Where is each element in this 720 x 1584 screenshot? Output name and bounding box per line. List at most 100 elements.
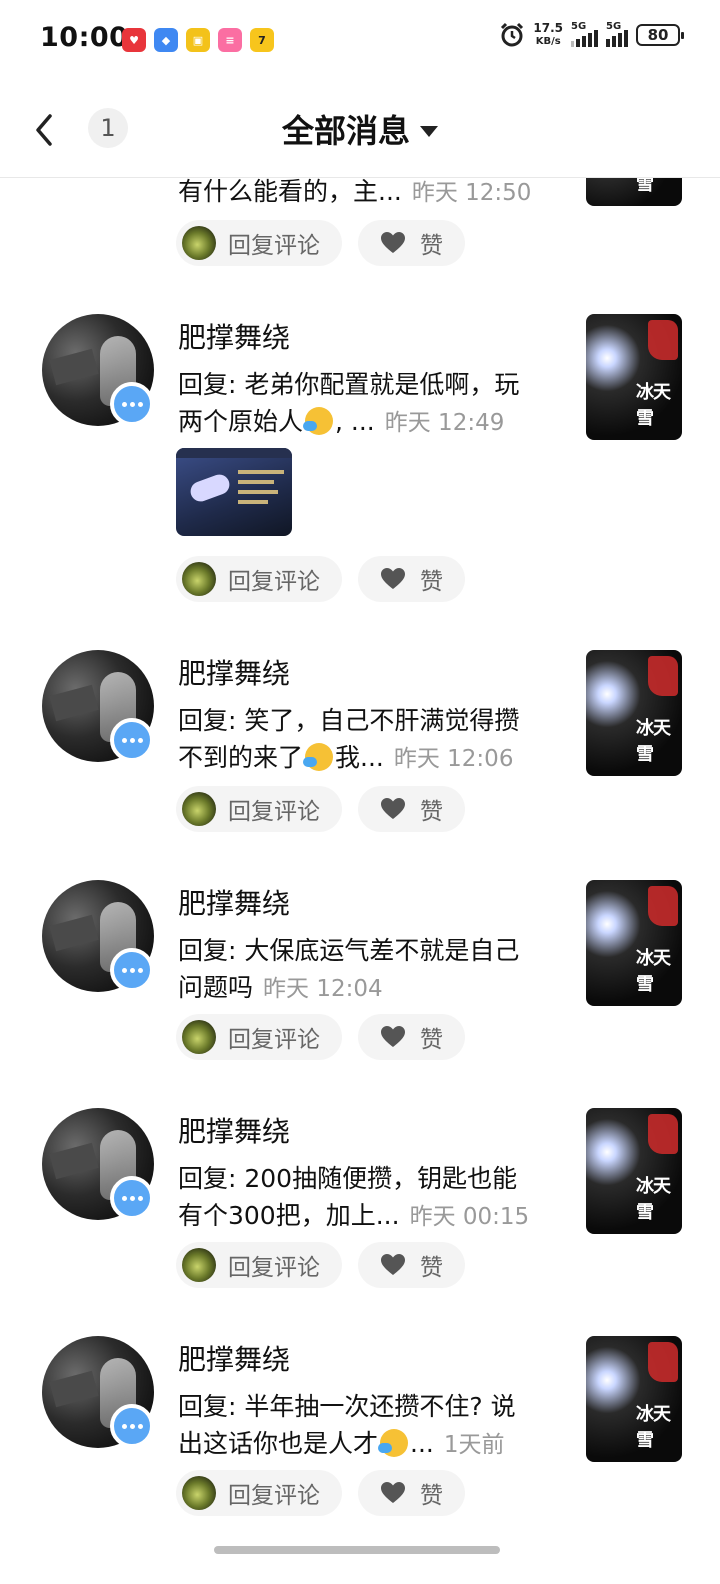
post-thumbnail[interactable]: 冰天雪: [586, 1336, 682, 1462]
action-row: 回复评论 赞: [176, 220, 465, 266]
comment-badge-icon: [110, 1404, 154, 1448]
app-yellow-icon: ▣: [186, 28, 210, 52]
reply-avatar: [182, 1248, 216, 1282]
heart-icon: [381, 568, 405, 589]
status-time: 10:00: [40, 22, 129, 53]
message-time: 昨天 12:50: [411, 180, 532, 206]
message-line-2: 问题吗: [178, 973, 254, 1002]
like-label: 赞: [420, 1027, 443, 1053]
reply-comment-button[interactable]: 回复评论: [176, 1014, 342, 1060]
like-button[interactable]: 赞: [358, 1470, 465, 1516]
user-name[interactable]: 肥撑舞绕: [178, 1338, 290, 1378]
laugh-cry-emoji-icon: [303, 743, 335, 771]
message-time: 昨天 00:15: [409, 1204, 530, 1230]
message-text[interactable]: 回复: 笑了，自己不肝满觉得攒 不到的来了 我... 昨天 12:06: [178, 702, 558, 778]
message-body: 有什么能看的，主...: [178, 178, 402, 206]
comment-badge-icon: [110, 1176, 154, 1220]
message-line-1: 回复: 大保底运气差不就是自己: [178, 936, 520, 965]
heart-icon: [381, 1482, 405, 1503]
heart-icon: [381, 798, 405, 819]
user-name[interactable]: 肥撑舞绕: [178, 652, 290, 692]
post-thumbnail[interactable]: 冰天雪: [586, 1108, 682, 1234]
like-label: 赞: [420, 569, 443, 595]
action-row: 回复评论 赞: [176, 1242, 465, 1288]
network-speed-unit: KB/s: [535, 36, 561, 47]
like-button[interactable]: 赞: [358, 556, 465, 602]
reply-comment-button[interactable]: 回复评论: [176, 556, 342, 602]
app-red-icon: ♥: [122, 28, 146, 52]
reply-avatar: [182, 562, 216, 596]
post-thumbnail[interactable]: 冰天雪: [586, 178, 682, 206]
message-line-1: 回复: 半年抽一次还攒不住? 说: [178, 1392, 516, 1421]
message-line-1: 回复: 笑了，自己不肝满觉得攒: [178, 706, 520, 735]
heart-icon: [381, 1026, 405, 1047]
laugh-cry-emoji-icon: [303, 407, 335, 435]
message-text[interactable]: 回复: 半年抽一次还攒不住? 说 出这话你也是人才... 1天前: [178, 1388, 558, 1464]
message-tail: ...: [410, 1429, 434, 1458]
comment-badge-icon: [110, 718, 154, 762]
reply-label: 回复评论: [228, 1027, 320, 1053]
message-text[interactable]: 有什么能看的，主... 昨天 12:50: [178, 178, 558, 212]
like-label: 赞: [420, 1483, 443, 1509]
user-name[interactable]: 肥撑舞绕: [178, 316, 290, 356]
like-button[interactable]: 赞: [358, 220, 465, 266]
message-tail: 我...: [335, 743, 384, 772]
post-thumbnail[interactable]: 冰天雪: [586, 650, 682, 776]
message-time: 昨天 12:49: [384, 410, 505, 436]
thumbnail-caption: 冰天雪: [636, 382, 671, 429]
action-row: 回复评论 赞: [176, 786, 465, 832]
reply-comment-button[interactable]: 回复评论: [176, 1242, 342, 1288]
reply-label: 回复评论: [228, 799, 320, 825]
message-line-2: 不到的来了: [178, 743, 304, 772]
like-label: 赞: [420, 799, 443, 825]
thumbnail-caption: 冰天雪: [636, 948, 671, 995]
reply-avatar: [182, 1476, 216, 1510]
message-filter-dropdown[interactable]: 全部消息: [0, 106, 720, 152]
message-text[interactable]: 回复: 老弟你配置就是低啊，玩 两个原始人 , ... 昨天 12:49: [178, 366, 558, 442]
top-navigation-bar: 1 全部消息: [0, 84, 720, 178]
message-line-1: 回复: 老弟你配置就是低啊，玩: [178, 370, 520, 399]
app-blue-icon: ◆: [154, 28, 178, 52]
signal-icon-2: 5G: [606, 21, 628, 47]
reply-comment-button[interactable]: 回复评论: [176, 1470, 342, 1516]
attached-image[interactable]: [176, 448, 292, 536]
message-text[interactable]: 回复: 大保底运气差不就是自己 问题吗 昨天 12:04: [178, 932, 558, 1008]
reply-label: 回复评论: [228, 1255, 320, 1281]
reply-avatar: [182, 792, 216, 826]
comment-badge-icon: [110, 948, 154, 992]
message-line-2: 有个300把，加上...: [178, 1201, 400, 1230]
reply-comment-button[interactable]: 回复评论: [176, 786, 342, 832]
message-line-2: 两个原始人: [178, 407, 304, 436]
signal-icon: 5G: [571, 21, 598, 47]
dropdown-caret-icon: [420, 125, 438, 137]
signal-type-1: 5G: [571, 21, 587, 32]
app-seven-icon: 7: [250, 28, 274, 52]
post-thumbnail[interactable]: 冰天雪: [586, 880, 682, 1006]
alarm-icon: [501, 22, 524, 47]
message-list[interactable]: 有什么能看的，主... 昨天 12:50 冰天雪 回复评论 赞 肥撑舞绕 回复: …: [0, 178, 720, 1584]
like-button[interactable]: 赞: [358, 1242, 465, 1288]
user-name[interactable]: 肥撑舞绕: [178, 882, 290, 922]
post-thumbnail[interactable]: 冰天雪: [586, 314, 682, 440]
heart-icon: [381, 1254, 405, 1275]
like-button[interactable]: 赞: [358, 1014, 465, 1060]
thumbnail-caption: 冰天雪: [636, 718, 671, 765]
user-name[interactable]: 肥撑舞绕: [178, 1110, 290, 1150]
message-time: 1天前: [443, 1432, 505, 1458]
reply-label: 回复评论: [228, 1483, 320, 1509]
comment-badge-icon: [110, 382, 154, 426]
page-title: 全部消息: [281, 112, 410, 150]
like-button[interactable]: 赞: [358, 786, 465, 832]
action-row: 回复评论 赞: [176, 1470, 465, 1516]
message-line-1: 回复: 200抽随便攒，钥匙也能: [178, 1164, 518, 1193]
status-bar: 10:00 ♥ ◆ ▣ ≡ 7 17.5 KB/s 5G 5G 80: [0, 0, 720, 84]
message-time: 昨天 12:04: [263, 976, 383, 1002]
home-indicator[interactable]: [214, 1546, 500, 1554]
reply-comment-button[interactable]: 回复评论: [176, 220, 342, 266]
notification-icons: ♥ ◆ ▣ ≡ 7: [122, 28, 274, 52]
battery-icon: 80: [636, 24, 684, 46]
message-text[interactable]: 回复: 200抽随便攒，钥匙也能 有个300把，加上... 昨天 00:15: [178, 1160, 558, 1236]
bilibili-icon: ≡: [218, 28, 242, 52]
network-speed: 17.5 KB/s: [533, 22, 563, 48]
network-speed-value: 17.5: [533, 21, 563, 35]
